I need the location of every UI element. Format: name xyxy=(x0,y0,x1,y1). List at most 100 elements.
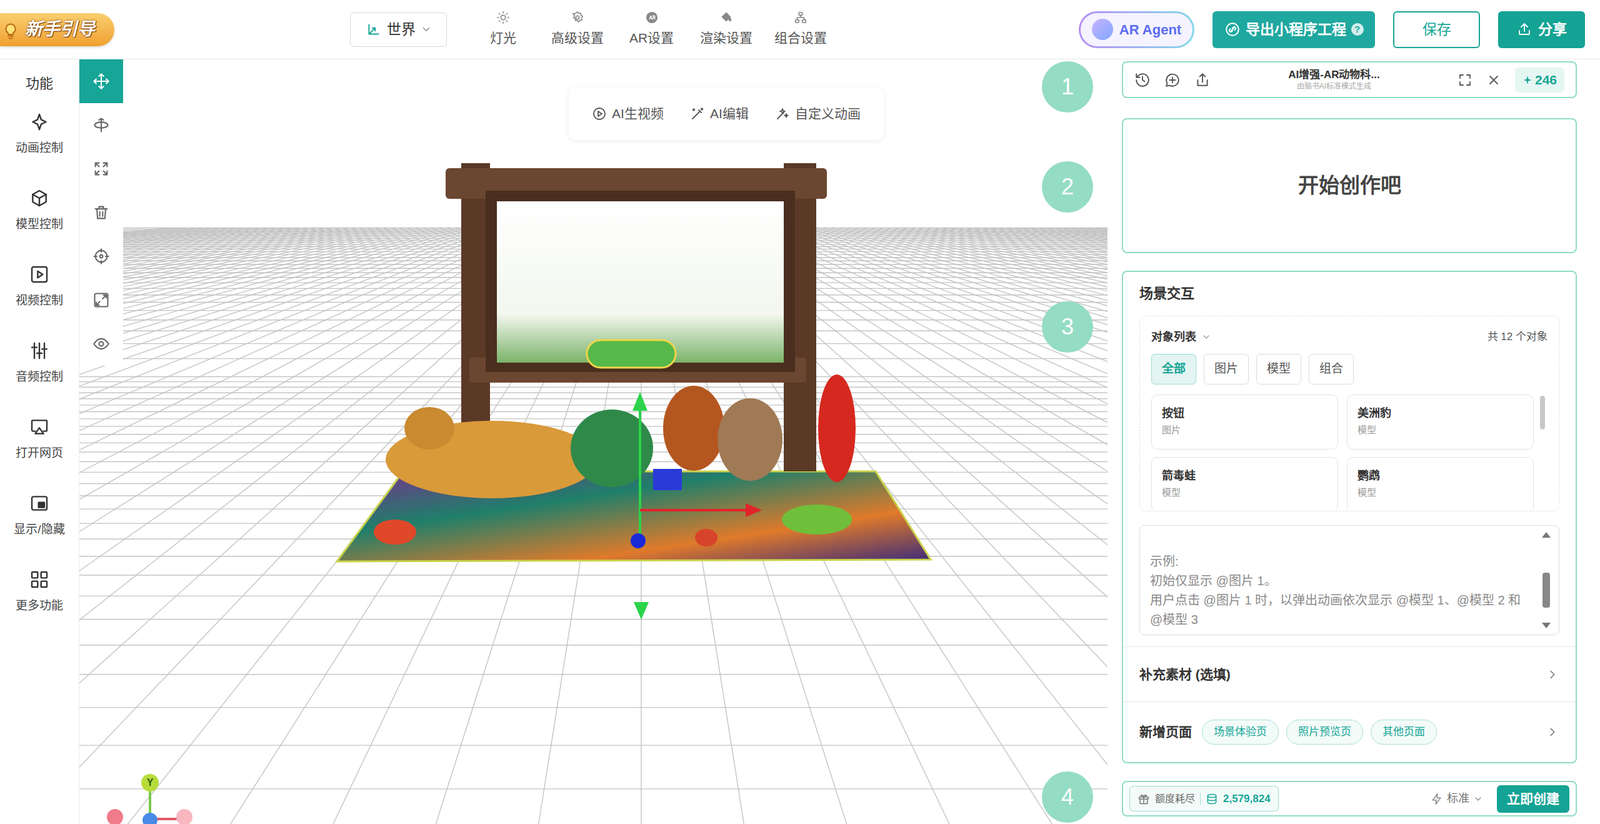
transform-tool[interactable] xyxy=(79,278,124,322)
scene-tool-label[interactable]: 组合设置 xyxy=(774,28,827,49)
scene-tool-label[interactable]: 渲染设置 xyxy=(700,28,753,49)
sidebar-item-label[interactable]: 显示/隐藏 xyxy=(13,520,65,539)
transform-tool[interactable] xyxy=(79,146,124,191)
add-page-label[interactable]: 新增页面 xyxy=(1139,721,1192,742)
share-button[interactable]: 分享 xyxy=(1498,11,1585,49)
page-chip[interactable]: 其他页面 xyxy=(1370,719,1437,745)
sidebar-item-label[interactable]: 视频控制 xyxy=(15,291,64,310)
scene-tool-label[interactable]: 高级设置 xyxy=(551,28,604,49)
export-label[interactable]: 导出小程序工程 xyxy=(1245,18,1347,41)
mode-label[interactable]: 标准 xyxy=(1446,790,1470,807)
ar-agent-label[interactable]: AR Agent xyxy=(1119,19,1182,40)
gizmo-x-neg-handle[interactable] xyxy=(176,808,193,824)
filter-tab[interactable]: 组合 xyxy=(1308,353,1354,385)
sidebar-item[interactable]: 更多功能 xyxy=(13,569,65,646)
gizmo-z-handle[interactable] xyxy=(142,812,158,824)
transform-tool[interactable] xyxy=(79,321,124,366)
object-card[interactable]: 鹦鹉模型 xyxy=(1346,456,1534,510)
close-icon[interactable] xyxy=(1486,72,1502,88)
scene-canvas[interactable]: AI生视频AI编辑自定义动画Y1234 xyxy=(79,59,1108,824)
add-page-row[interactable]: 新增页面 场景体验页 照片预览页 其他页面 xyxy=(1123,701,1576,762)
save-button[interactable]: 保存 xyxy=(1393,11,1480,49)
materials-label[interactable]: 补充素材 (选填) xyxy=(1139,664,1231,685)
scene-render[interactable] xyxy=(79,59,1108,824)
scene-tool-label[interactable]: AR设置 xyxy=(629,28,674,49)
gizmo-x-handle[interactable] xyxy=(106,808,124,824)
prompt-card[interactable]: 开始创作吧 xyxy=(1121,118,1577,254)
ai-action-label[interactable]: AI编辑 xyxy=(710,103,749,124)
scope-dropdown[interactable]: 世界 xyxy=(350,12,447,47)
create-label[interactable]: 立即创建 xyxy=(1506,788,1560,809)
transform-tool[interactable] xyxy=(79,234,124,279)
sidebar-item-label[interactable]: 模型控制 xyxy=(15,215,64,234)
scene-tool[interactable]: 高级设置 xyxy=(540,0,615,59)
scene-tool[interactable]: 渲染设置 xyxy=(688,0,764,59)
new-chat-icon[interactable] xyxy=(1164,71,1181,89)
page-chip-label[interactable]: 其他页面 xyxy=(1382,723,1425,740)
ai-action-label[interactable]: 自定义动画 xyxy=(795,103,861,124)
page-chip[interactable]: 场景体验页 xyxy=(1201,719,1279,745)
ai-action[interactable]: AI生视频 xyxy=(591,103,664,124)
object-list-label[interactable]: 对象列表 xyxy=(1151,328,1197,346)
save-label[interactable]: 保存 xyxy=(1422,18,1452,41)
ar-agent-inner[interactable]: AR Agent xyxy=(1080,13,1193,47)
sidebar-item[interactable]: 动画控制 xyxy=(13,111,65,189)
transform-tool[interactable] xyxy=(79,103,124,147)
expand-icon[interactable] xyxy=(1457,72,1473,88)
filter-label[interactable]: 模型 xyxy=(1266,360,1291,379)
share-icon[interactable] xyxy=(1194,71,1211,89)
guide-button[interactable]: 新手引导 xyxy=(0,13,115,47)
sidebar-item-label[interactable]: 动画控制 xyxy=(15,139,64,158)
scope-label[interactable]: 世界 xyxy=(386,18,416,41)
sidebar-item[interactable]: 显示/隐藏 xyxy=(13,493,65,570)
sidebar-item-label[interactable]: 更多功能 xyxy=(15,596,64,615)
ai-action-label[interactable]: AI生视频 xyxy=(611,103,664,124)
sidebar-item[interactable]: 模型控制 xyxy=(13,188,65,265)
instruction-input[interactable]: 示例:初始仅显示 @图片 1。用户点击 @图片 1 时，以弹出动画依次显示 @模… xyxy=(1139,525,1560,635)
sidebar-item-label[interactable]: 音频控制 xyxy=(15,368,64,387)
filter-label[interactable]: 图片 xyxy=(1214,360,1239,379)
object-list-dropdown[interactable]: 对象列表 xyxy=(1151,328,1212,346)
page-chip-label[interactable]: 场景体验页 xyxy=(1213,723,1267,740)
object-scrollbar[interactable] xyxy=(1540,395,1545,430)
ai-action[interactable]: 自定义动画 xyxy=(775,103,861,124)
scroll-up-icon[interactable] xyxy=(1541,531,1551,538)
share-label[interactable]: 分享 xyxy=(1538,18,1567,41)
export-button[interactable]: 导出小程序工程? xyxy=(1212,11,1375,49)
sidebar-item-label[interactable]: 打开网页 xyxy=(15,444,64,463)
filter-label[interactable]: 全部 xyxy=(1161,360,1186,379)
mode-dropdown[interactable]: 标准 xyxy=(1430,790,1484,807)
create-button[interactable]: 立即创建 xyxy=(1496,785,1570,813)
scroll-thumb[interactable] xyxy=(1542,572,1550,608)
scene-tool[interactable]: AR设置 xyxy=(614,0,689,59)
gizmo-y-handle[interactable]: Y xyxy=(141,773,159,792)
ar-agent-button[interactable]: AR Agent xyxy=(1078,11,1195,49)
history-icon[interactable] xyxy=(1134,71,1151,89)
page-chip[interactable]: 照片预览页 xyxy=(1286,719,1364,745)
chevron-down-icon xyxy=(1473,793,1484,804)
object-card[interactable]: 按钮图片 xyxy=(1151,394,1339,450)
object-list-scroll[interactable]: 按钮图片美洲豹模型箭毒蛙模型鹦鹉模型 xyxy=(1151,394,1548,510)
filter-tab[interactable]: 图片 xyxy=(1203,353,1249,385)
object-card[interactable]: 美洲豹模型 xyxy=(1346,394,1534,450)
scene-tool[interactable]: 灯光 xyxy=(465,0,540,59)
sidebar-item[interactable]: 音频控制 xyxy=(13,340,65,417)
materials-row[interactable]: 补充素材 (选填) xyxy=(1123,646,1576,702)
filter-tab[interactable]: 模型 xyxy=(1256,353,1302,385)
filter-tab[interactable]: 全部 xyxy=(1151,353,1197,385)
instruction-scrollbar[interactable] xyxy=(1541,531,1552,629)
sidebar-item[interactable]: 视频控制 xyxy=(13,264,65,341)
create-bar: 额度耗尽2,579,824标准立即创建 xyxy=(1121,780,1577,817)
filter-label[interactable]: 组合 xyxy=(1319,360,1344,379)
transform-tool[interactable] xyxy=(79,59,124,104)
scene-tool[interactable]: 组合设置 xyxy=(763,0,838,59)
sidebar-item[interactable]: 打开网页 xyxy=(13,416,65,494)
transform-tool[interactable] xyxy=(79,190,124,235)
scroll-down-icon[interactable] xyxy=(1541,622,1551,629)
object-card[interactable]: 箭毒蛙模型 xyxy=(1151,456,1339,510)
ai-action[interactable]: AI编辑 xyxy=(690,103,749,124)
guide-label[interactable]: 新手引导 xyxy=(25,16,95,43)
help-badge[interactable]: ? xyxy=(1351,23,1364,36)
page-chip-label[interactable]: 照片预览页 xyxy=(1298,723,1352,740)
scene-tool-label[interactable]: 灯光 xyxy=(490,28,517,49)
